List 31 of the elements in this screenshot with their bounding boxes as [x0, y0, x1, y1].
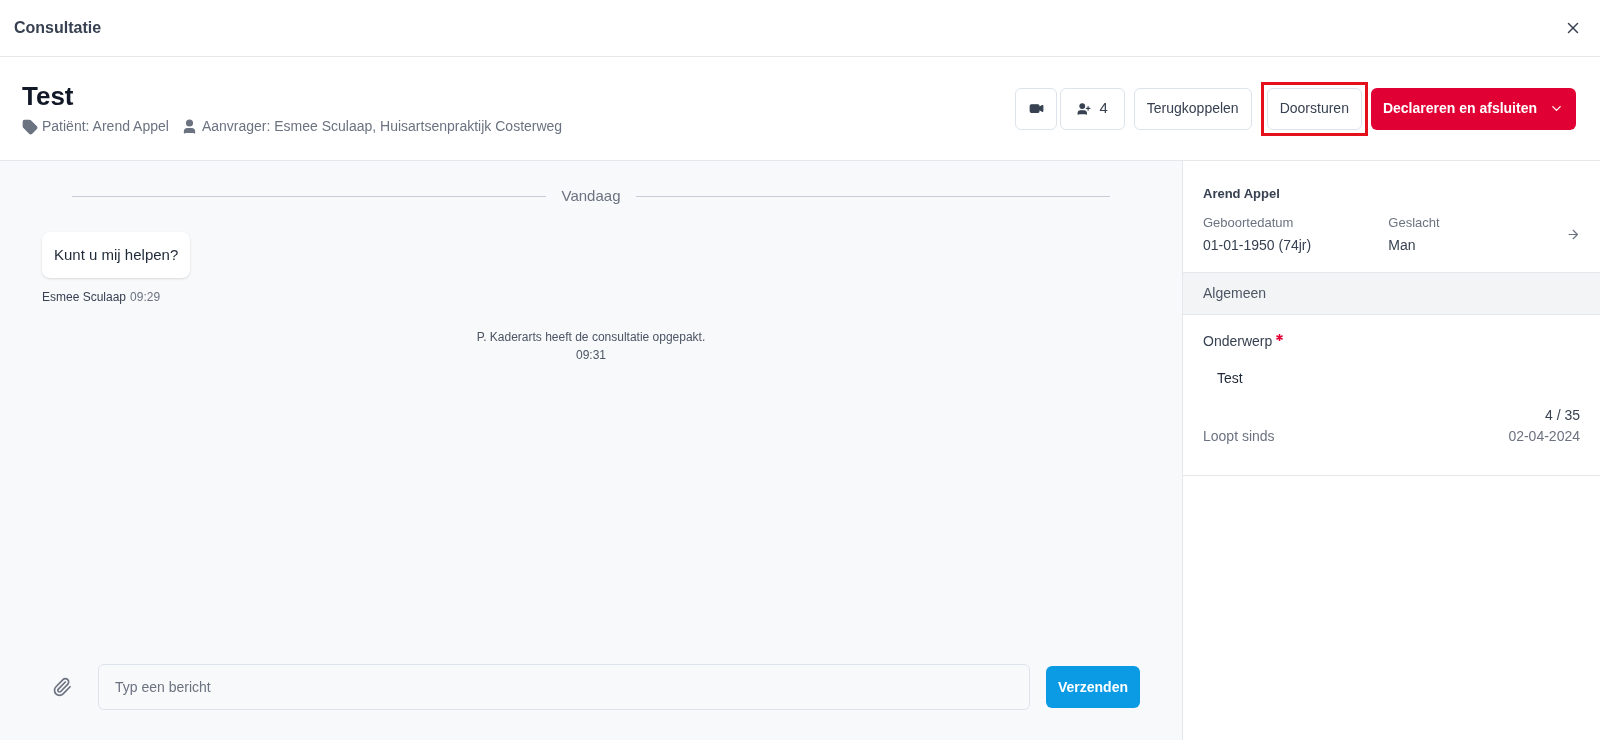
user-add-icon: [1077, 101, 1092, 116]
since-label: Loopt sinds: [1203, 426, 1275, 446]
message-author: Esmee Sculaap: [42, 289, 127, 306]
system-message-time: 09:31: [576, 347, 606, 364]
field-value: Man: [1388, 235, 1417, 255]
patient-text: Patiënt: Arend Appel: [42, 117, 169, 137]
requester-text: Aanvrager: Esmee Sculaap, Huisartsenpraktijk Costerweg: [201, 117, 563, 137]
date-divider-label: Vandaag: [561, 186, 621, 206]
message-time: 09:29: [130, 289, 161, 306]
subject-value: Test: [1217, 368, 1244, 388]
message-input[interactable]: Typ een bericht: [98, 664, 1030, 710]
subject-label: Onderwerp: [1203, 331, 1273, 351]
patient-name: Arend Appel: [1203, 186, 1280, 201]
since-value: 02-04-2024: [1508, 426, 1580, 446]
field-value: 01-01-1950 (74jr): [1203, 235, 1313, 255]
video-camera-icon: [1028, 101, 1044, 116]
field-label: Geslacht: [1388, 214, 1441, 232]
action-button[interactable]: Doorsturen: [1266, 87, 1362, 130]
paperclip-icon: [52, 677, 72, 697]
field-label: Geboortedatum: [1203, 214, 1295, 232]
declare-close-button[interactable]: Declareren en afsluiten: [1370, 87, 1576, 130]
action-button[interactable]: Terugkoppelen: [1133, 87, 1252, 130]
system-message: P. Kaderarts heeft de consultatie opgepakt.: [476, 329, 706, 346]
consultation-title: Test: [22, 79, 75, 113]
window-title: Consultatie: [14, 18, 102, 38]
section-header: Algemeen: [1203, 283, 1267, 303]
message-bubble: Kunt u mij helpen?: [42, 231, 191, 278]
video-call-button[interactable]: [1015, 87, 1058, 130]
character-counter: 4 / 35: [1544, 405, 1580, 425]
participants-button[interactable]: 4: [1060, 87, 1125, 130]
tag-icon: [22, 118, 38, 135]
